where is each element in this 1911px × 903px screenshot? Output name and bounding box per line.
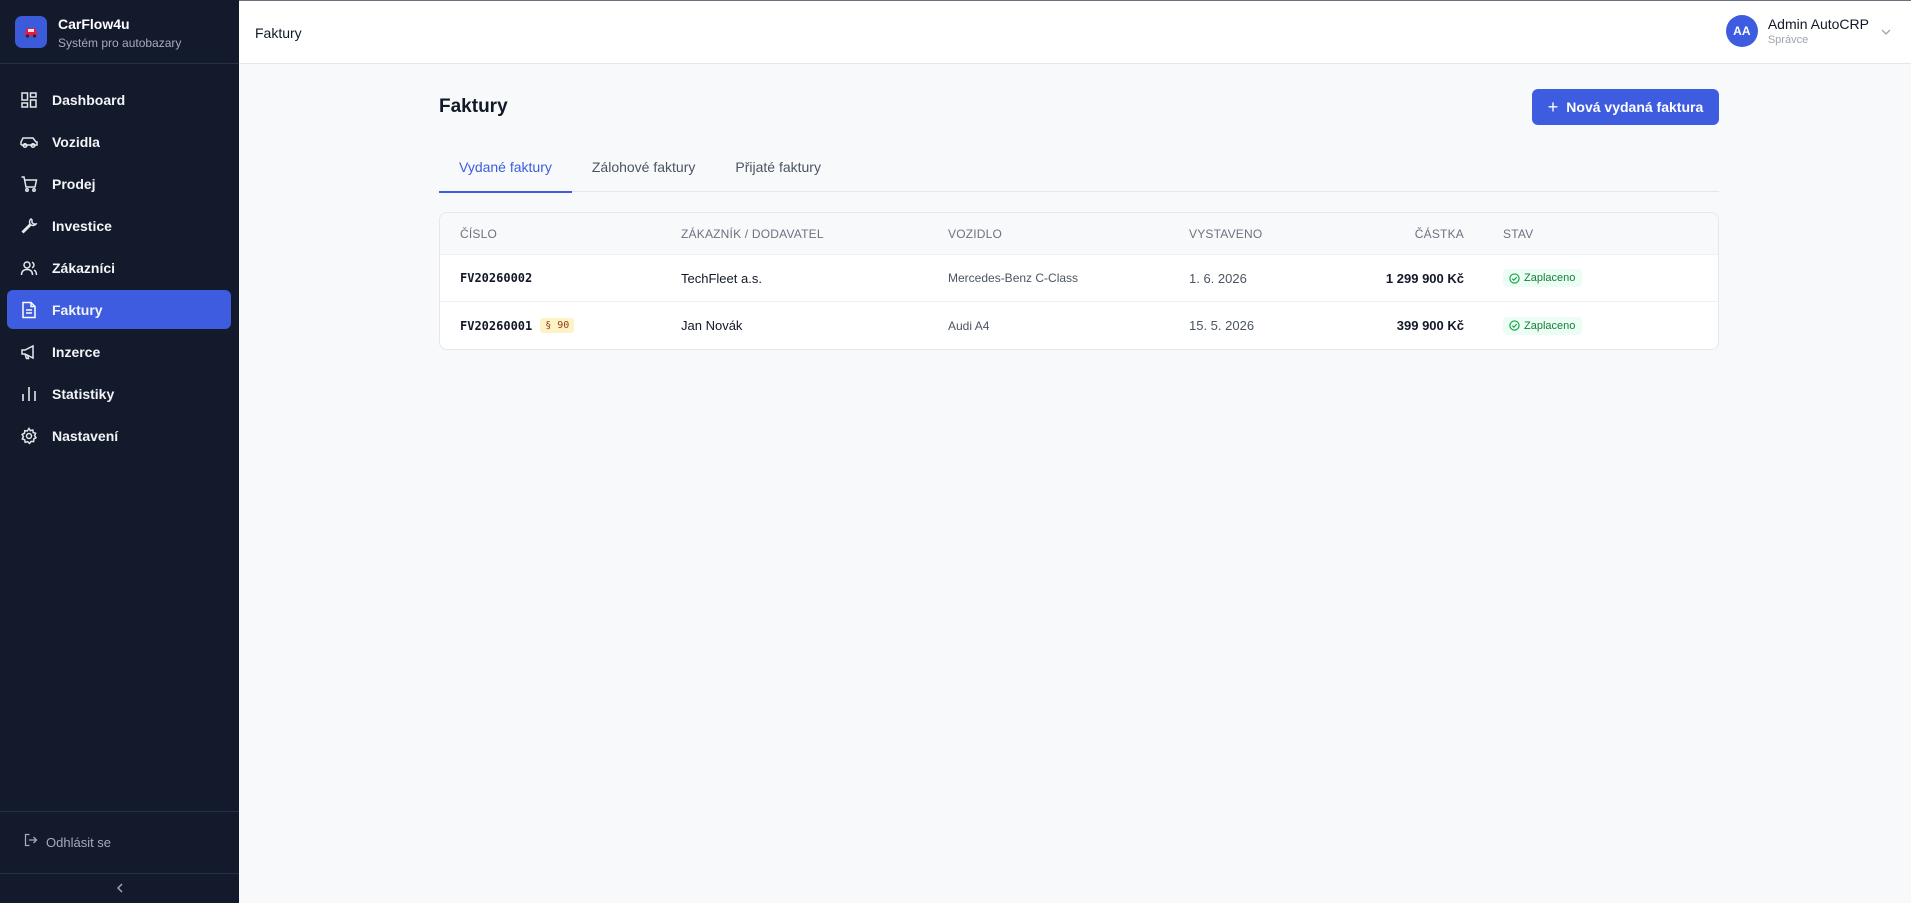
header-amount[interactable]: ČÁSTKA xyxy=(1339,227,1464,241)
sidebar: CarFlow4u Systém pro autobazary Dashboar… xyxy=(0,0,239,903)
car-logo-icon xyxy=(15,16,47,48)
collapse-sidebar-button[interactable] xyxy=(0,873,239,903)
check-circle-icon xyxy=(1509,320,1520,331)
issued-date: 15. 5. 2026 xyxy=(1189,318,1255,333)
check-circle-icon xyxy=(1509,272,1520,284)
user-name: Admin AutoCRP xyxy=(1767,16,1869,32)
status-label: Zaplaceno xyxy=(1524,272,1576,284)
table-header: ČÍSLO ZÁKAZNÍK / DODAVATEL VOZIDLO VYSTA… xyxy=(440,213,1718,255)
sidebar-item-prodej[interactable]: Prodej xyxy=(7,164,231,203)
dashboard-icon xyxy=(19,90,39,110)
sidebar-item-inzerce[interactable]: Inzerce xyxy=(7,332,231,371)
table-row[interactable]: FV20260002 TechFleet a.s. Mercedes-Benz … xyxy=(440,255,1718,302)
brand[interactable]: CarFlow4u Systém pro autobazary xyxy=(0,0,239,64)
invoice-amount: 1 299 900 Kč xyxy=(1385,270,1464,286)
header-issued[interactable]: VYSTAVENO xyxy=(1189,227,1339,241)
document-icon xyxy=(19,300,39,320)
tab-prijate-faktury[interactable]: Přijaté faktury xyxy=(715,150,841,192)
sidebar-item-vozidla[interactable]: Vozidla xyxy=(7,122,231,161)
breadcrumb: Faktury xyxy=(255,25,302,41)
page-title: Faktury xyxy=(439,96,508,117)
bar-chart-icon xyxy=(19,384,39,404)
cart-icon xyxy=(19,174,39,194)
sidebar-item-label: Inzerce xyxy=(52,343,101,360)
invoice-amount: 399 900 Kč xyxy=(1396,318,1464,333)
sidebar-item-label: Nastavení xyxy=(52,427,119,444)
header-number[interactable]: ČÍSLO xyxy=(440,227,681,241)
sidebar-item-label: Dashboard xyxy=(52,91,126,108)
tab-vydane-faktury[interactable]: Vydané faktury xyxy=(439,150,572,193)
user-info: Admin AutoCRP Správce xyxy=(1768,16,1869,46)
vat-regime-badge: § 90 xyxy=(540,318,575,333)
issued-date: 1. 6. 2026 xyxy=(1189,270,1247,286)
tab-zalohove-faktury[interactable]: Zálohové faktury xyxy=(572,150,716,192)
brand-name: CarFlow4u xyxy=(58,16,130,32)
sidebar-nav: Dashboard Vozidla Prodej Investice Zákaz… xyxy=(7,80,231,458)
logout-label: Odhlásit se xyxy=(46,835,112,850)
header-status[interactable]: STAV xyxy=(1464,227,1533,241)
sidebar-item-label: Investice xyxy=(52,217,112,234)
sidebar-item-statistiky[interactable]: Statistiky xyxy=(7,374,231,413)
megaphone-icon xyxy=(19,342,39,362)
gear-icon xyxy=(19,426,39,446)
sidebar-item-label: Prodej xyxy=(52,175,96,192)
car-icon xyxy=(19,132,39,152)
sidebar-item-label: Zákazníci xyxy=(52,259,116,276)
invoice-tabs: Vydané faktury Zálohové faktury Přijaté … xyxy=(439,150,1719,193)
invoices-table: ČÍSLO ZÁKAZNÍK / DODAVATEL VOZIDLO VYSTA… xyxy=(439,212,1719,350)
status-label: Zaplaceno xyxy=(1524,319,1576,332)
avatar: AA xyxy=(1725,15,1758,47)
table-row[interactable]: FV20260001 § 90 Jan Novák Audi A4 15. 5. … xyxy=(440,302,1718,349)
new-invoice-button[interactable]: + Nová vydaná faktura xyxy=(1532,89,1719,125)
new-invoice-label: Nová vydaná faktura xyxy=(1566,99,1704,115)
sidebar-item-faktury[interactable]: Faktury xyxy=(7,290,231,329)
sidebar-item-label: Vozidla xyxy=(52,133,100,150)
brand-subtitle: Systém pro autobazary xyxy=(58,36,182,50)
top-bar: Faktury AA Admin AutoCRP Správce xyxy=(239,1,1911,64)
chevron-left-icon xyxy=(116,880,124,898)
invoice-number[interactable]: FV20260002 xyxy=(460,271,532,285)
sidebar-item-investice[interactable]: Investice xyxy=(7,206,231,245)
sidebar-item-nastaveni[interactable]: Nastavení xyxy=(7,416,231,455)
vehicle-name: Audi A4 xyxy=(948,318,990,333)
user-role: Správce xyxy=(1767,34,1809,46)
header-vehicle[interactable]: VOZIDLO xyxy=(948,227,1189,241)
status-badge: Zaplaceno xyxy=(1503,316,1583,335)
customer-name: Jan Novák xyxy=(681,318,743,333)
header-customer[interactable]: ZÁKAZNÍK / DODAVATEL xyxy=(681,227,948,241)
plus-icon: + xyxy=(1547,97,1559,117)
sidebar-item-label: Statistiky xyxy=(52,385,115,402)
wrench-icon xyxy=(19,216,39,236)
logout-icon xyxy=(24,833,38,852)
sidebar-item-label: Faktury xyxy=(52,301,103,318)
invoice-number[interactable]: FV20260001 xyxy=(460,319,532,333)
customer-name: TechFleet a.s. xyxy=(681,270,762,286)
logout-button[interactable]: Odhlásit se xyxy=(0,811,239,873)
users-icon xyxy=(19,258,39,278)
vehicle-name: Mercedes-Benz C-Class xyxy=(948,271,1079,285)
user-menu[interactable]: AA Admin AutoCRP Správce xyxy=(1725,15,1891,47)
sidebar-item-zakaznici[interactable]: Zákazníci xyxy=(7,248,231,287)
sidebar-item-dashboard[interactable]: Dashboard xyxy=(7,80,231,119)
status-badge: Zaplaceno xyxy=(1503,269,1583,287)
chevron-down-icon xyxy=(1881,22,1891,40)
